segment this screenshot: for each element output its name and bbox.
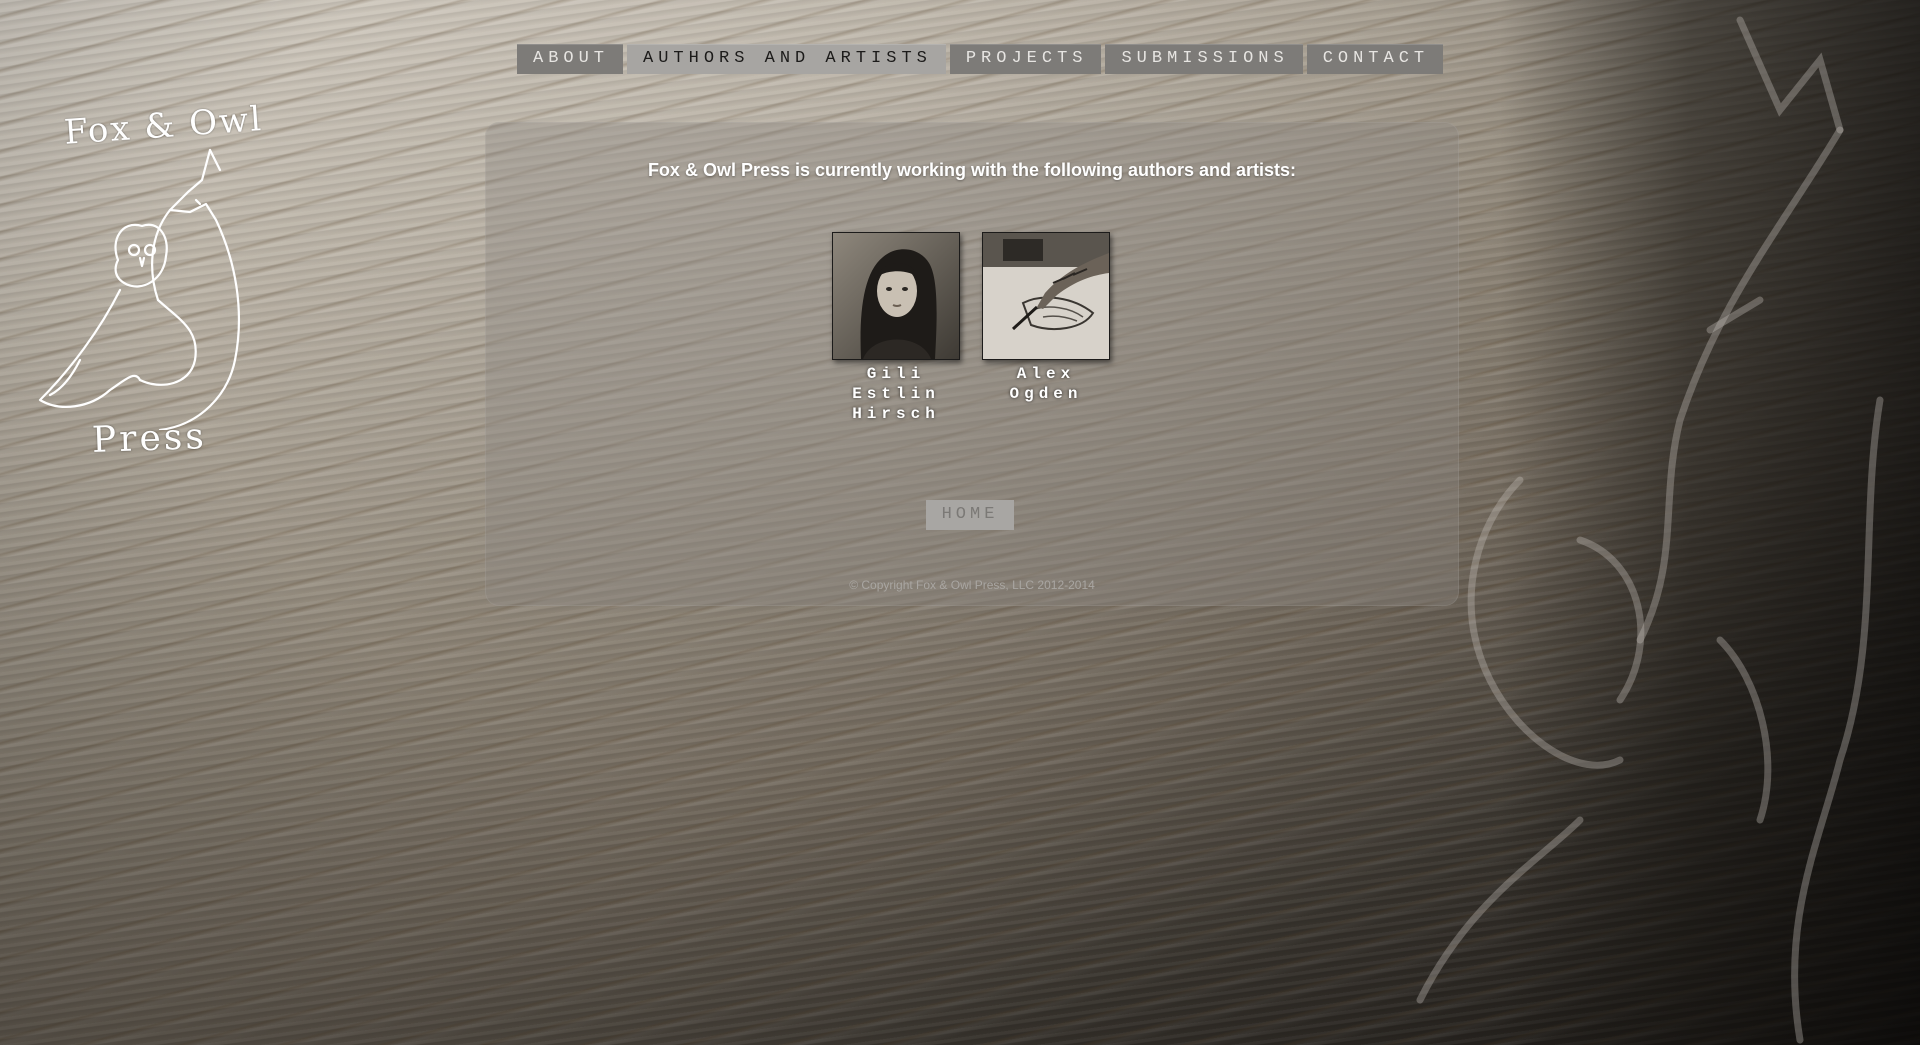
nav-submissions[interactable]: SUBMISSIONS: [1105, 44, 1303, 74]
background-book-spine: [1500, 0, 1920, 1045]
logo-subtitle: Press: [91, 416, 208, 461]
nav-authors-and-artists[interactable]: AUTHORS AND ARTISTS: [627, 44, 946, 74]
main-nav: ABOUT AUTHORS AND ARTISTS PROJECTS SUBMI…: [517, 44, 1444, 74]
home-button[interactable]: HOME: [926, 500, 1014, 530]
nav-about[interactable]: ABOUT: [517, 44, 624, 74]
copyright-text: © Copyright Fox & Owl Press, LLC 2012-20…: [849, 578, 1095, 592]
nav-projects[interactable]: PROJECTS: [949, 44, 1102, 74]
author-card[interactable]: Alex Ogden: [981, 232, 1111, 404]
author-photo[interactable]: [982, 232, 1110, 360]
author-name[interactable]: Gili Estlin Hirsch: [831, 364, 961, 424]
author-name[interactable]: Alex Ogden: [981, 364, 1111, 404]
fox-owl-logo-icon: [38, 148, 240, 430]
author-photo[interactable]: [832, 232, 960, 360]
nav-contact[interactable]: CONTACT: [1306, 44, 1444, 74]
site-logo[interactable]: Fox & Owl Press: [30, 99, 290, 470]
page-heading: Fox & Owl Press is currently working wit…: [647, 160, 1297, 180]
content-panel: Fox & Owl Press is currently working wit…: [485, 122, 1459, 606]
author-card[interactable]: Gili Estlin Hirsch: [831, 232, 961, 424]
